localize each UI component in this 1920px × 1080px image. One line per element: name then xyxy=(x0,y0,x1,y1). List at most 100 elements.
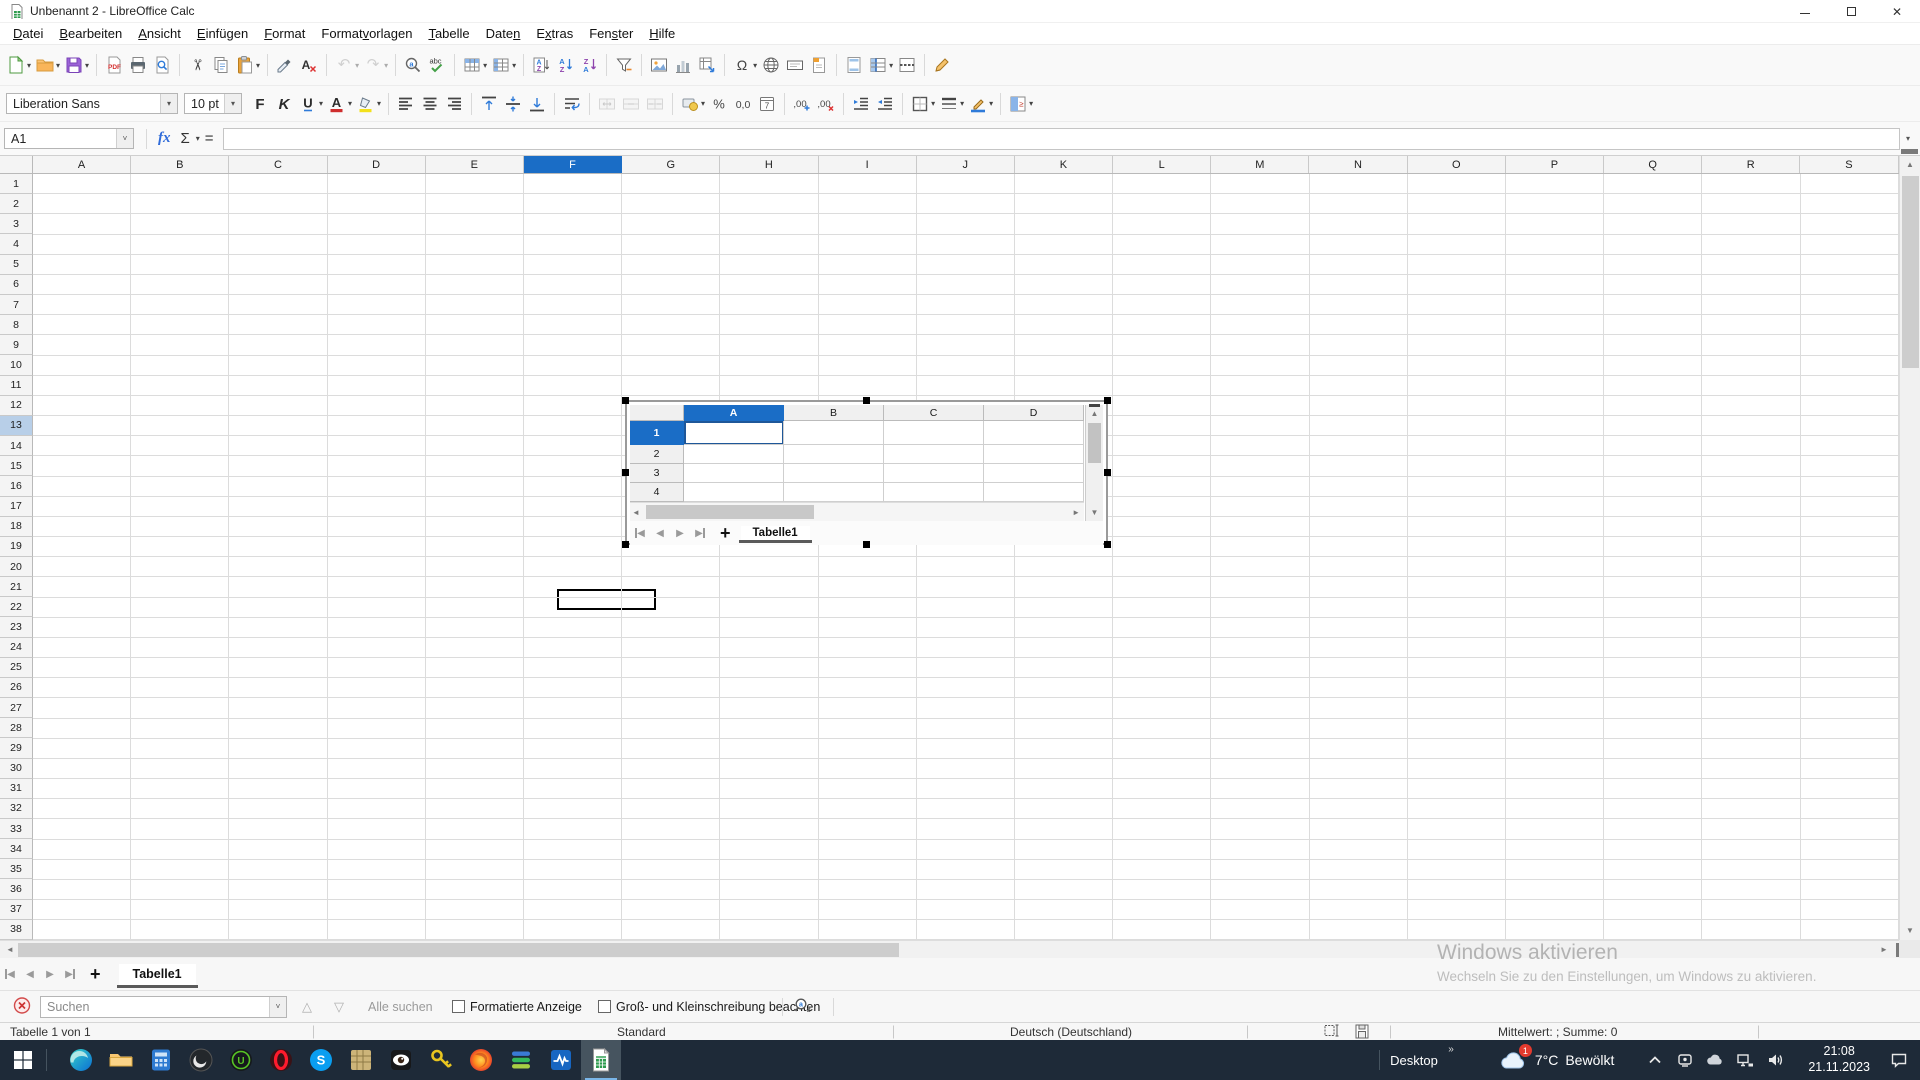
column-header-B[interactable]: B xyxy=(131,156,229,173)
tray-network-icon[interactable] xyxy=(1732,1050,1758,1070)
taskbar-app-libreoffice-calc[interactable] xyxy=(581,1040,621,1080)
close-button[interactable]: ✕ xyxy=(1874,0,1920,23)
insert-text-box-button[interactable] xyxy=(783,53,807,77)
row-header-26[interactable]: 26 xyxy=(0,678,33,698)
export-pdf-button[interactable]: PDF xyxy=(102,53,126,77)
resize-handle-sw[interactable] xyxy=(622,541,629,548)
last-sheet-button[interactable]: ▶ xyxy=(60,969,80,980)
format-currency-button[interactable]: ▾ xyxy=(678,92,707,116)
find-replace-button[interactable]: a xyxy=(401,53,425,77)
column-header-N[interactable]: N xyxy=(1309,156,1407,173)
row-header-36[interactable]: 36 xyxy=(0,879,33,899)
headers-footers-button[interactable] xyxy=(842,53,866,77)
row-header-8[interactable]: 8 xyxy=(0,315,33,335)
ole-vertical-scroll-thumb[interactable] xyxy=(1088,423,1101,463)
taskbar-app-utorrent[interactable]: U xyxy=(221,1040,261,1080)
row-header-38[interactable]: 38 xyxy=(0,920,33,940)
row-header-33[interactable]: 33 xyxy=(0,819,33,839)
ole-select-all-corner[interactable] xyxy=(630,405,684,421)
sheet-grid[interactable] xyxy=(33,174,1899,940)
ole-column-header-A[interactable]: A xyxy=(684,405,784,421)
row-header-7[interactable]: 7 xyxy=(0,295,33,315)
row-header-19[interactable]: 19 xyxy=(0,537,33,557)
special-character-button[interactable]: Ω▾ xyxy=(730,53,759,77)
open-folder-button[interactable]: ▾ xyxy=(33,53,62,77)
spelling-button[interactable]: abc xyxy=(425,53,449,77)
first-sheet-button[interactable]: ◀ xyxy=(630,528,650,539)
find-next-button[interactable]: ▽ xyxy=(334,999,344,1015)
scroll-down-arrow[interactable]: ▼ xyxy=(1900,922,1920,940)
chevron-down-icon[interactable]: ▾ xyxy=(753,61,757,70)
row-header-6[interactable]: 6 xyxy=(0,275,33,295)
row-header-22[interactable]: 22 xyxy=(0,597,33,617)
row-headers[interactable]: 1234567891011121314151617181920212223242… xyxy=(0,174,33,940)
function-wizard-button[interactable]: fx xyxy=(153,130,176,147)
chevron-down-icon[interactable]: ˅ xyxy=(269,997,286,1017)
column-header-A[interactable]: A xyxy=(33,156,131,173)
align-right-button[interactable] xyxy=(442,92,466,116)
start-button[interactable] xyxy=(0,1040,46,1080)
row-header-3[interactable]: 3 xyxy=(0,214,33,234)
cut-button[interactable]: ✂ xyxy=(185,53,209,77)
row-header-24[interactable]: 24 xyxy=(0,638,33,658)
delete-decimal-button[interactable]: ,00 xyxy=(814,92,838,116)
row-header-20[interactable]: 20 xyxy=(0,557,33,577)
last-sheet-button[interactable]: ▶ xyxy=(690,528,710,539)
maximize-button[interactable] xyxy=(1828,0,1874,23)
vertical-split-handle[interactable] xyxy=(1901,149,1918,154)
embedded-spreadsheet-object[interactable]: ABCD 1234 ▲ ▼ ◄ ► ◀ ◀ ▶ ▶ + Tabelle1 xyxy=(625,400,1108,545)
taskbar-app-ios-grid-tool[interactable] xyxy=(341,1040,381,1080)
ole-column-header-B[interactable]: B xyxy=(784,405,884,421)
column-header-C[interactable]: C xyxy=(229,156,327,173)
chevron-down-icon[interactable]: ▾ xyxy=(224,94,241,113)
row-header-28[interactable]: 28 xyxy=(0,718,33,738)
row-header-18[interactable]: 18 xyxy=(0,517,33,537)
sheet-tab-tabelle1[interactable]: Tabelle1 xyxy=(119,964,196,985)
menu-datei[interactable]: Datei xyxy=(5,24,51,43)
merge-cells-button[interactable] xyxy=(619,92,643,116)
increase-indent-button[interactable] xyxy=(849,92,873,116)
taskbar-app-microsoft-edge[interactable] xyxy=(61,1040,101,1080)
ole-split-handle[interactable] xyxy=(1089,404,1100,407)
add-decimal-button[interactable]: ,00 xyxy=(790,92,814,116)
chevron-down-icon[interactable]: ▾ xyxy=(889,61,893,70)
menu-daten[interactable]: Daten xyxy=(478,24,529,43)
column-header-K[interactable]: K xyxy=(1015,156,1113,173)
scroll-left-arrow[interactable]: ◄ xyxy=(2,941,18,959)
ole-column-header-D[interactable]: D xyxy=(984,405,1084,421)
sum-button[interactable]: Σ xyxy=(176,130,195,147)
valign-bottom-button[interactable] xyxy=(525,92,549,116)
desktop-toolbar[interactable]: Desktop » xyxy=(1390,1053,1438,1068)
column-header-G[interactable]: G xyxy=(622,156,720,173)
close-findbar-button[interactable] xyxy=(12,995,32,1018)
checkbox-icon[interactable] xyxy=(598,1000,611,1013)
taskbar-app-obs-studio[interactable] xyxy=(181,1040,221,1080)
row-header-15[interactable]: 15 xyxy=(0,456,33,476)
border-style-button[interactable]: ▾ xyxy=(937,92,966,116)
resize-handle-nw[interactable] xyxy=(622,397,629,404)
next-sheet-button[interactable]: ▶ xyxy=(670,528,690,539)
menu-fenster[interactable]: Fenster xyxy=(581,24,641,43)
menu-einfgen[interactable]: Einfügen xyxy=(189,24,256,43)
chevron-down-icon[interactable]: ▾ xyxy=(377,99,381,108)
resize-handle-ne[interactable] xyxy=(1104,397,1111,404)
valign-center-button[interactable] xyxy=(501,92,525,116)
add-sheet-button[interactable]: + xyxy=(80,964,111,985)
sum-average-status[interactable]: Mittelwert: ; Summe: 0 xyxy=(1498,1025,1617,1039)
autofilter-button[interactable] xyxy=(612,53,636,77)
chevron-down-icon[interactable]: ▾ xyxy=(989,99,993,108)
row-header-14[interactable]: 14 xyxy=(0,436,33,456)
previous-sheet-button[interactable]: ◀ xyxy=(650,528,670,539)
chevron-down-icon[interactable]: ▾ xyxy=(960,99,964,108)
resize-handle-se[interactable] xyxy=(1104,541,1111,548)
chevron-down-icon[interactable]: ▾ xyxy=(56,61,60,70)
row-header-29[interactable]: 29 xyxy=(0,738,33,758)
row-header-4[interactable]: 4 xyxy=(0,234,33,254)
row-header-1[interactable]: 1 xyxy=(0,174,33,194)
menu-tabelle[interactable]: Tabelle xyxy=(420,24,477,43)
copy-button[interactable] xyxy=(209,53,233,77)
language-status[interactable]: Deutsch (Deutschland) xyxy=(1010,1025,1132,1039)
redo-button[interactable]: ↷▾ xyxy=(361,53,390,77)
ole-horizontal-scroll-thumb[interactable] xyxy=(646,505,814,519)
column-header-L[interactable]: L xyxy=(1113,156,1211,173)
